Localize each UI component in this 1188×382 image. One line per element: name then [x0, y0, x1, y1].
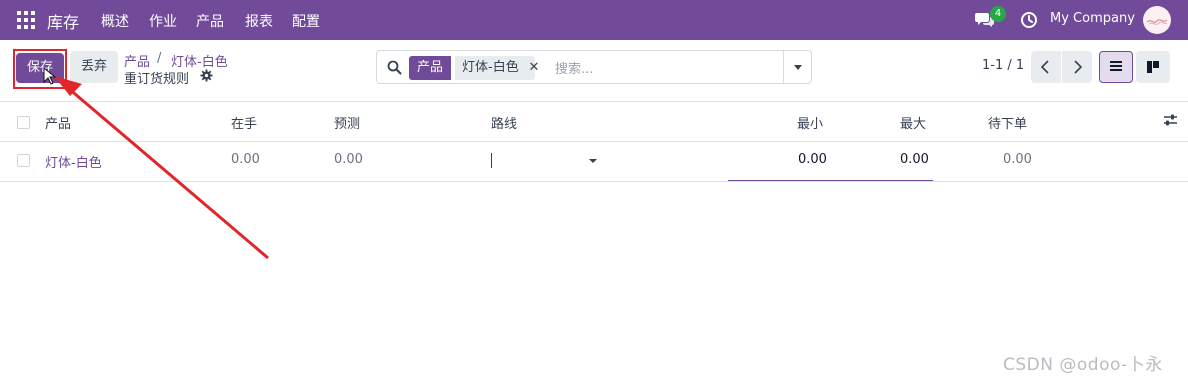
mouse-cursor-icon — [43, 66, 57, 85]
watermark-text: CSDN @odoo-卜永 — [1003, 355, 1163, 375]
annotation-arrow — [43, 66, 269, 260]
